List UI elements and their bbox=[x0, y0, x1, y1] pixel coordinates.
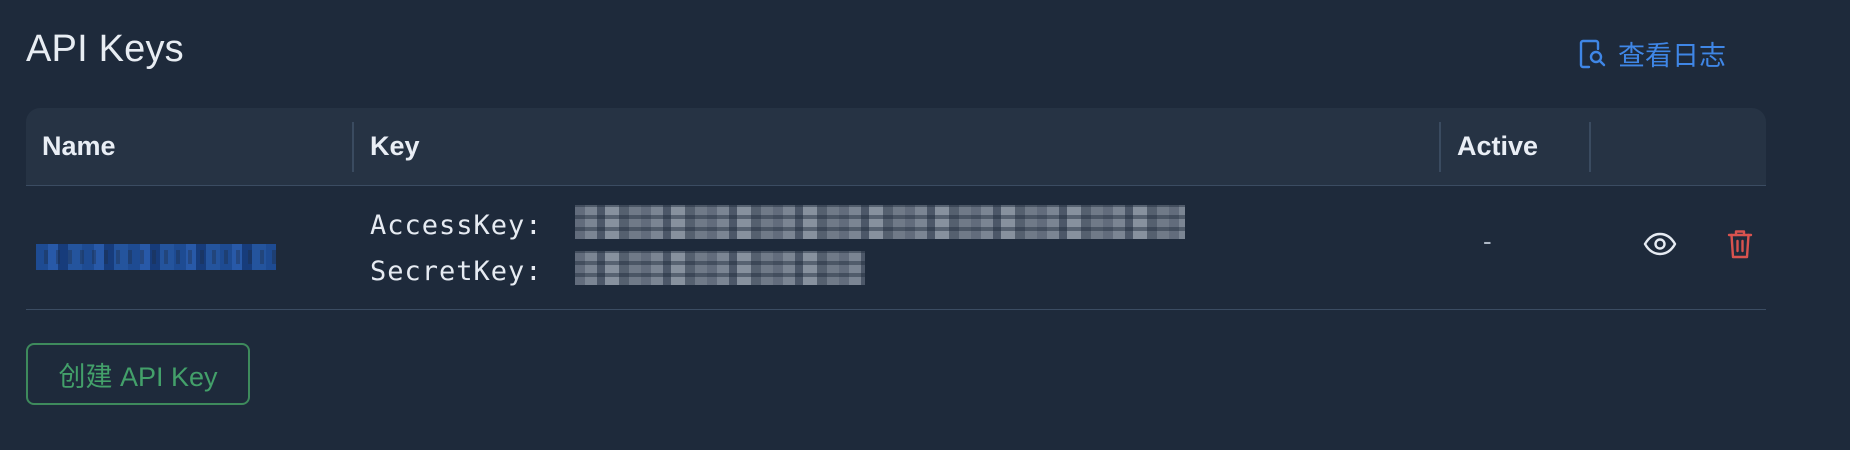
eye-icon bbox=[1643, 232, 1677, 261]
trash-icon bbox=[1727, 229, 1753, 264]
column-header-key: Key bbox=[370, 131, 420, 161]
column-divider[interactable] bbox=[352, 122, 354, 172]
column-divider[interactable] bbox=[1439, 122, 1441, 172]
column-divider[interactable] bbox=[1589, 122, 1591, 172]
create-api-key-button[interactable]: 创建 API Key bbox=[26, 343, 250, 405]
secret-key-label: SecretKey: bbox=[370, 256, 543, 287]
table-header: Name Key Active bbox=[26, 108, 1766, 186]
delete-key-button[interactable] bbox=[1716, 222, 1764, 270]
view-logs-link[interactable]: 查看日志 bbox=[1578, 34, 1726, 73]
column-header-active: Active bbox=[1457, 131, 1539, 161]
redacted-key-name bbox=[36, 244, 276, 270]
active-status: - bbox=[1483, 226, 1492, 256]
document-search-icon bbox=[1578, 39, 1606, 69]
redacted-access-key bbox=[575, 205, 1185, 239]
view-logs-label: 查看日志 bbox=[1618, 41, 1726, 71]
page-title: API Keys bbox=[26, 28, 184, 70]
column-header-name: Name bbox=[42, 131, 116, 161]
redacted-secret-key bbox=[575, 251, 865, 285]
access-key-label: AccessKey: bbox=[370, 210, 543, 241]
api-keys-page: API Keys 查看日志 Name Key Active AccessKey:… bbox=[0, 0, 1850, 450]
view-key-button[interactable] bbox=[1636, 222, 1684, 270]
